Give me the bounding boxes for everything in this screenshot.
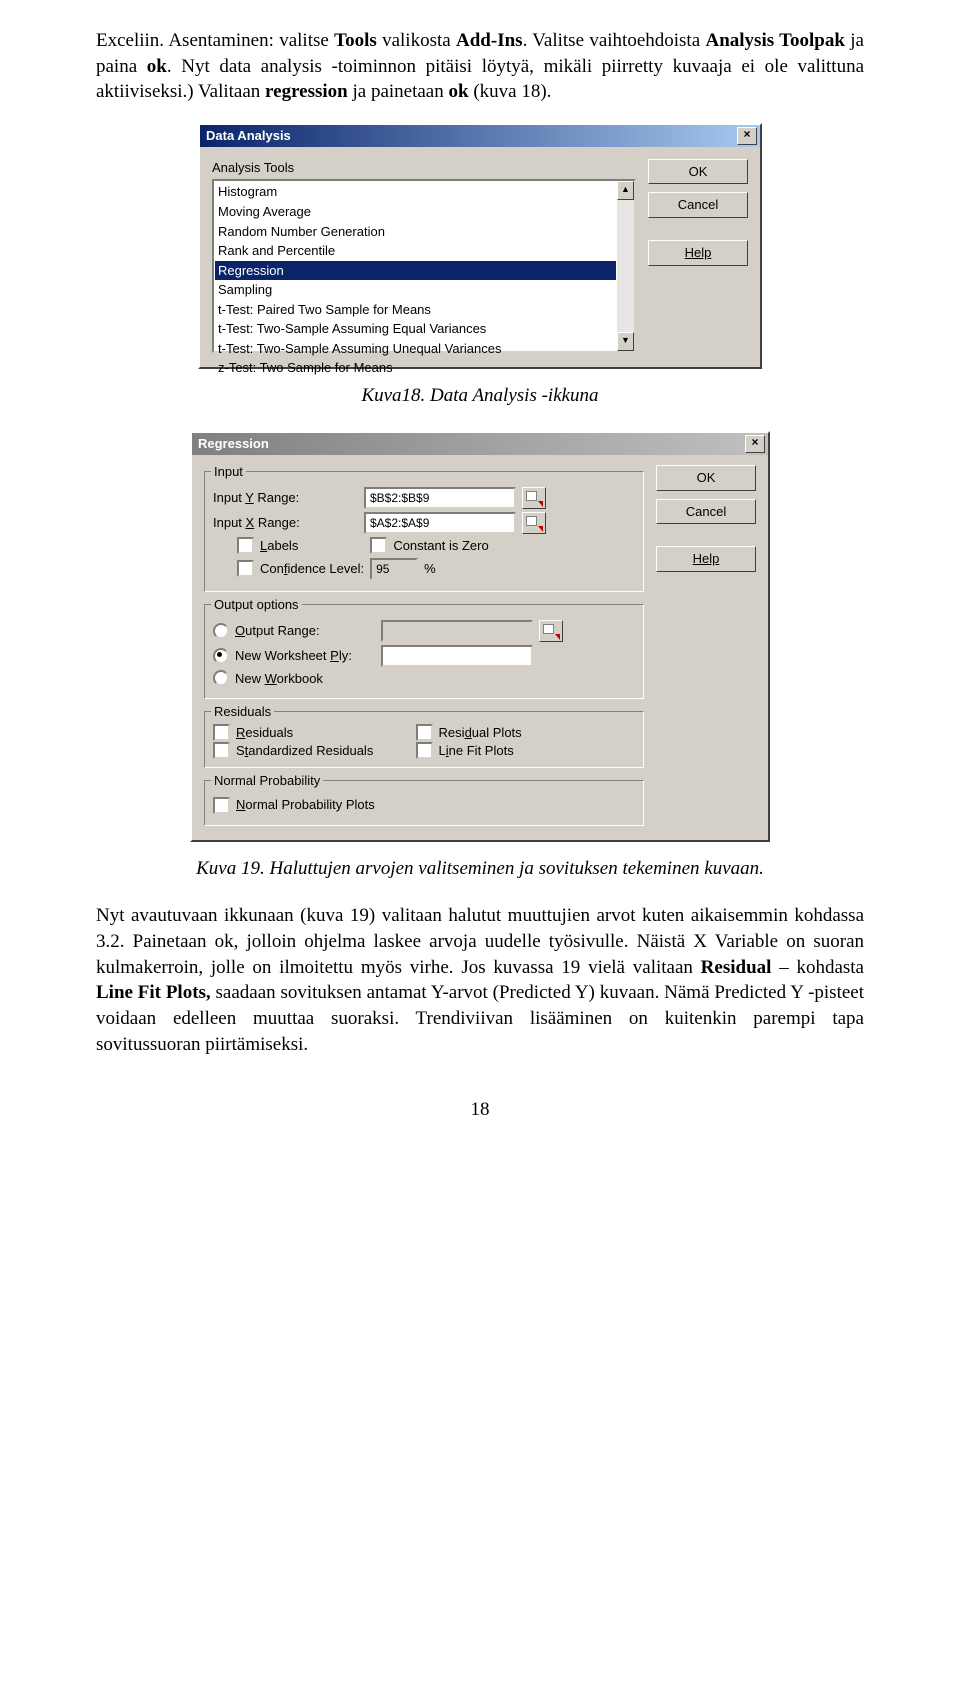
output-range-field[interactable]: [381, 620, 533, 642]
analysis-tools-label: Analysis Tools: [212, 159, 636, 177]
scroll-down-icon[interactable]: ▼: [617, 332, 634, 351]
range-picker-icon[interactable]: [539, 620, 563, 642]
help-button[interactable]: Help: [656, 546, 756, 572]
list-item[interactable]: Rank and Percentile: [215, 241, 616, 261]
confidence-label: Confidence Level:: [260, 560, 364, 578]
list-item[interactable]: t-Test: Two-Sample Assuming Unequal Vari…: [215, 339, 616, 359]
standardized-residuals-checkbox[interactable]: [213, 742, 230, 759]
normal-probability-label: Normal Probability Plots: [236, 796, 375, 814]
data-analysis-dialog: Data Analysis × Analysis Tools Histogram…: [198, 123, 762, 370]
labels-label: Labels: [260, 537, 298, 555]
list-item[interactable]: t-Test: Paired Two Sample for Means: [215, 300, 616, 320]
list-item-selected[interactable]: Regression: [215, 261, 616, 281]
titlebar[interactable]: Regression ×: [192, 433, 768, 455]
scroll-up-icon[interactable]: ▲: [617, 181, 634, 200]
output-group: Output options Output Range: New Workshe…: [204, 604, 644, 700]
cancel-button[interactable]: Cancel: [656, 499, 756, 525]
new-worksheet-field[interactable]: [381, 645, 533, 667]
range-picker-icon[interactable]: [522, 487, 546, 509]
paragraph-2: Nyt avautuvaan ikkunaan (kuva 19) valita…: [96, 903, 864, 1057]
residuals-group: Residuals Residuals Residual Plots: [204, 711, 644, 768]
constant-zero-checkbox[interactable]: [370, 537, 387, 554]
list-item[interactable]: t-Test: Two-Sample Assuming Equal Varian…: [215, 319, 616, 339]
normal-probability-checkbox[interactable]: [213, 797, 230, 814]
input-x-label: Input X Range:: [213, 514, 358, 532]
page-number: 18: [96, 1097, 864, 1123]
dialog-title: Data Analysis: [206, 127, 291, 145]
close-icon[interactable]: ×: [737, 127, 757, 145]
confidence-checkbox[interactable]: [237, 560, 254, 577]
list-item[interactable]: z-Test: Two Sample for Means: [215, 358, 616, 378]
residual-plots-label: Residual Plots: [439, 724, 522, 742]
standardized-residuals-label: Standardized Residuals: [236, 742, 373, 760]
confidence-field[interactable]: 95: [370, 558, 418, 580]
residual-plots-checkbox[interactable]: [416, 724, 433, 741]
input-y-field[interactable]: $B$2:$B$9: [364, 487, 516, 509]
regression-dialog: Regression × Input Input Y Range: $B$2:$…: [190, 431, 770, 842]
paragraph-1: Exceliin. Asentaminen: valitse Tools val…: [96, 28, 864, 105]
residuals-label: Residuals: [236, 724, 293, 742]
percent-label: %: [424, 560, 436, 578]
input-x-field[interactable]: $A$2:$A$9: [364, 512, 516, 534]
help-button[interactable]: Help: [648, 240, 748, 266]
labels-checkbox[interactable]: [237, 537, 254, 554]
output-range-radio[interactable]: [213, 623, 229, 639]
figure-caption-2: Kuva 19. Haluttujen arvojen valitseminen…: [96, 856, 864, 882]
line-fit-plots-label: Line Fit Plots: [439, 742, 514, 760]
close-icon[interactable]: ×: [745, 435, 765, 453]
new-workbook-label: New Workbook: [235, 670, 323, 688]
analysis-tools-listbox[interactable]: Histogram Moving Average Random Number G…: [212, 179, 636, 353]
new-worksheet-radio[interactable]: [213, 648, 229, 664]
dialog-title: Regression: [198, 435, 269, 453]
range-picker-icon[interactable]: [522, 512, 546, 534]
normal-probability-group: Normal Probability Normal Probability Pl…: [204, 780, 644, 826]
list-item[interactable]: Random Number Generation: [215, 222, 616, 242]
new-worksheet-label: New Worksheet Ply:: [235, 647, 375, 665]
list-item[interactable]: Moving Average: [215, 202, 616, 222]
input-y-label: Input Y Range:: [213, 489, 358, 507]
cancel-button[interactable]: Cancel: [648, 192, 748, 218]
constant-zero-label: Constant is Zero: [393, 537, 488, 555]
ok-button[interactable]: OK: [648, 159, 748, 185]
output-range-label: Output Range:: [235, 622, 375, 640]
new-workbook-radio[interactable]: [213, 670, 229, 686]
titlebar[interactable]: Data Analysis ×: [200, 125, 760, 147]
line-fit-plots-checkbox[interactable]: [416, 742, 433, 759]
list-item[interactable]: Sampling: [215, 280, 616, 300]
figure-caption-1: Kuva18. Data Analysis -ikkuna: [96, 383, 864, 409]
residuals-checkbox[interactable]: [213, 724, 230, 741]
ok-button[interactable]: OK: [656, 465, 756, 491]
list-item[interactable]: Histogram: [215, 182, 616, 202]
input-group: Input Input Y Range: $B$2:$B$9 Input X R…: [204, 471, 644, 592]
scrollbar[interactable]: ▲ ▼: [617, 181, 634, 351]
